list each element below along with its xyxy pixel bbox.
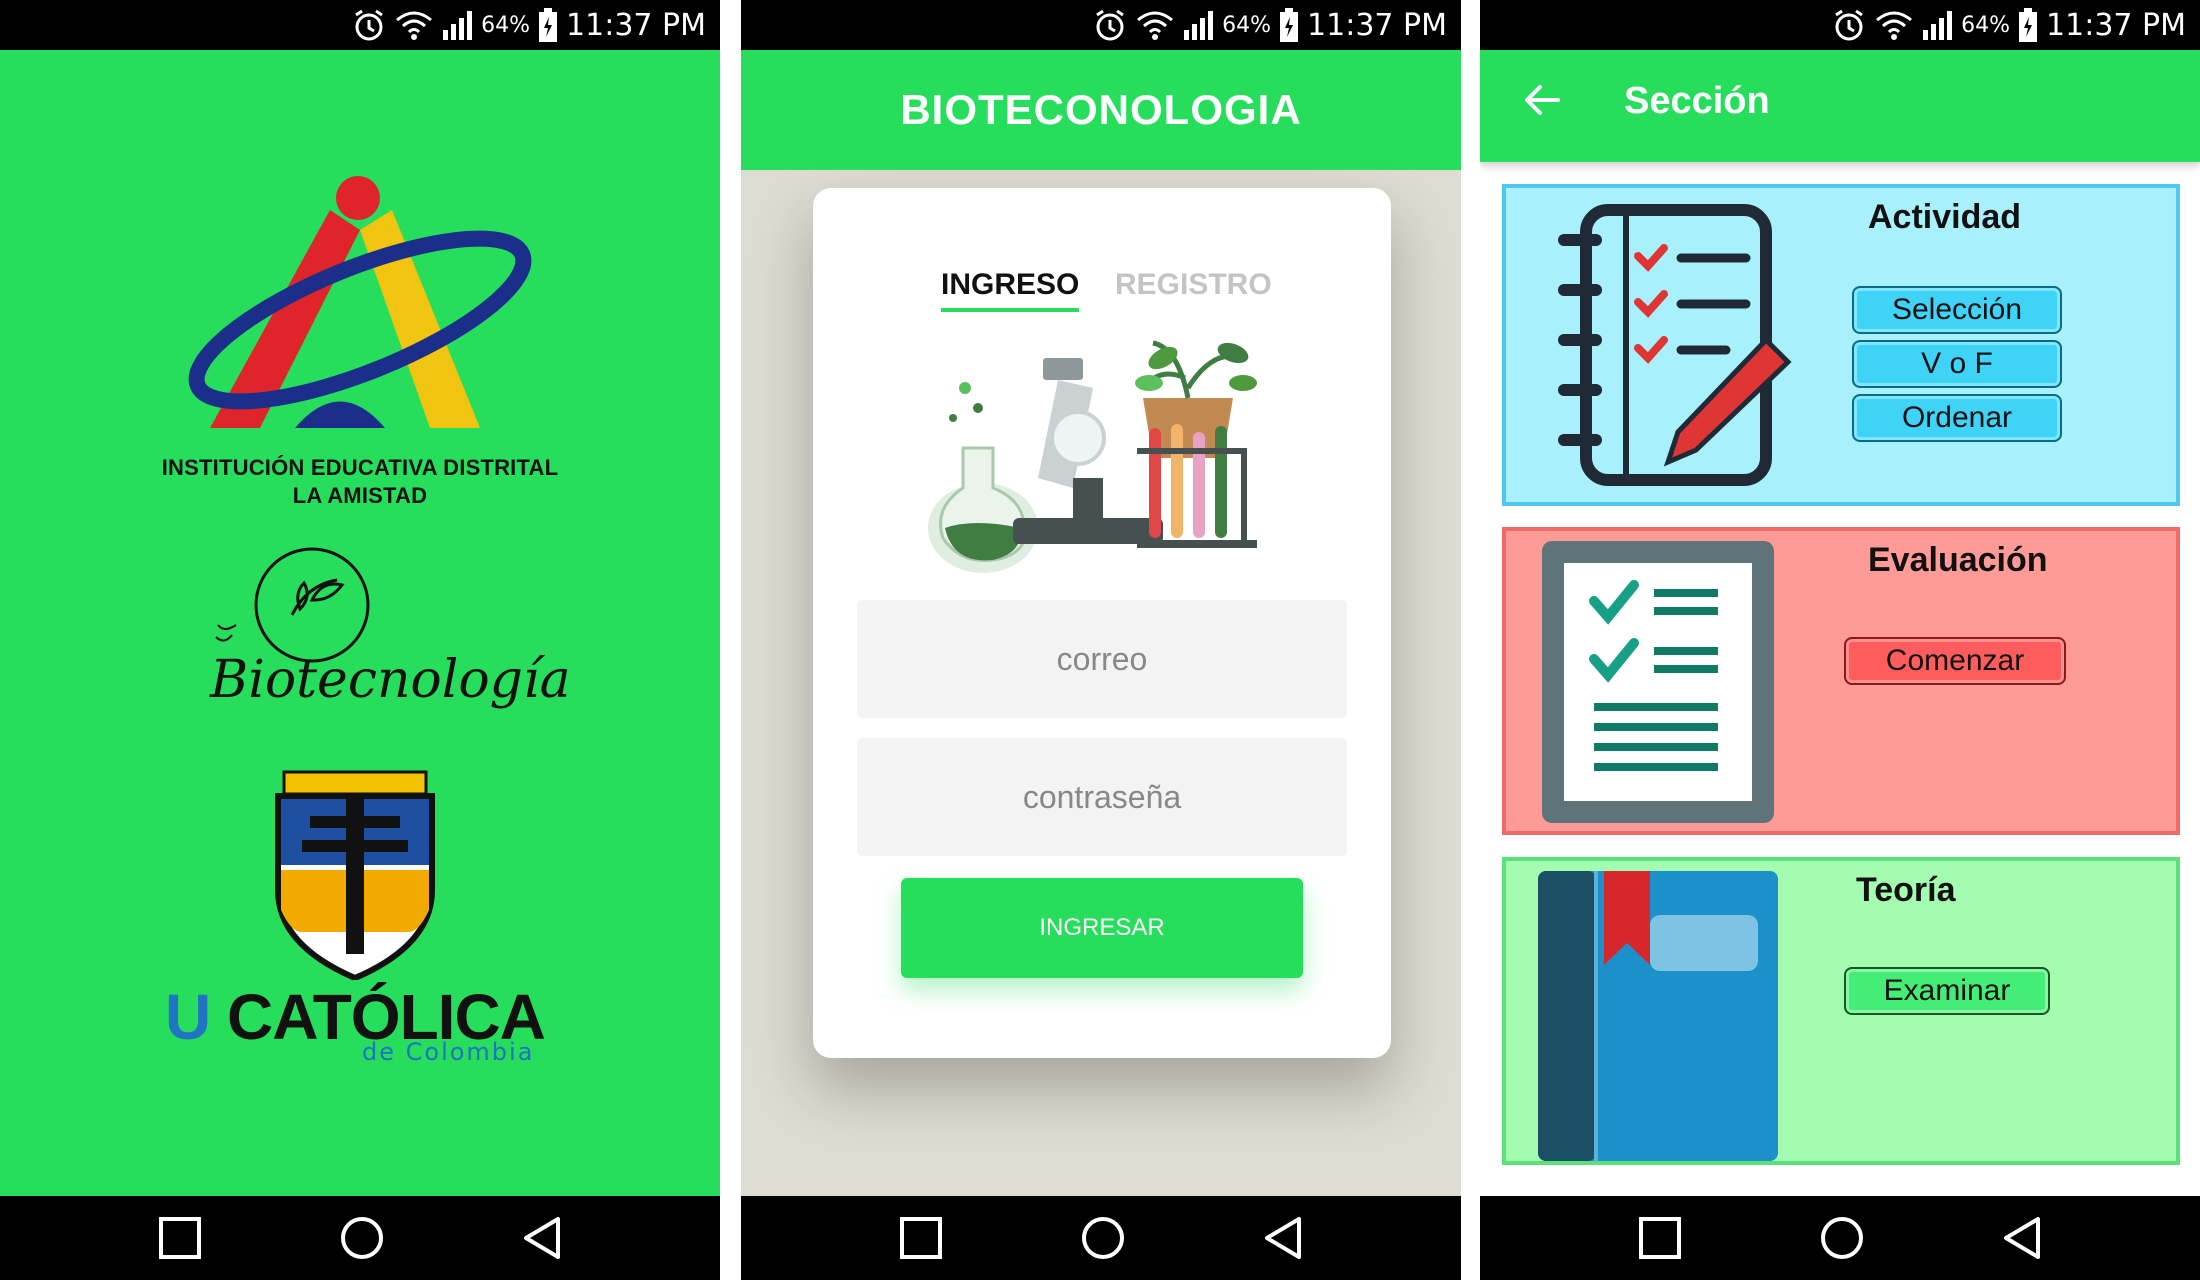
verdadero-falso-button[interactable]: V o F (1852, 340, 2062, 388)
login-screen: 64% 11:37 PM BIOTECONOLOGIA INGRESO REGI… (741, 0, 1461, 1280)
battery-percent: 64% (481, 12, 531, 38)
home-icon[interactable] (1080, 1215, 1126, 1261)
battery-icon (2018, 8, 2038, 42)
recents-icon[interactable] (1638, 1216, 1682, 1260)
sections-screen: 64% 11:37 PM Sección Actividad Selección… (1480, 0, 2200, 1280)
tab-registro[interactable]: REGISTRO (1115, 268, 1272, 302)
battery-percent: 64% (1961, 12, 2011, 38)
signal-icon (1921, 10, 1953, 40)
login-card: INGRESO REGISTRO correo contraseña INGRE… (813, 188, 1391, 1058)
login-button[interactable]: INGRESAR (901, 878, 1303, 978)
email-field[interactable]: correo (857, 600, 1347, 718)
page-title: Sección (1624, 80, 1770, 122)
password-field[interactable]: contraseña (857, 738, 1347, 856)
navigation-bar (1480, 1196, 2200, 1280)
status-bar: 64% 11:37 PM (0, 0, 720, 50)
signal-icon (441, 10, 473, 40)
checklist-notebook-icon (1558, 204, 1792, 486)
biotechnology-logo-text: Biotecnología (210, 650, 571, 710)
laboratory-illustration-icon (928, 340, 1257, 573)
ordenar-button[interactable]: Ordenar (1852, 394, 2062, 442)
alarm-icon (1092, 7, 1128, 43)
clock-time: 11:37 PM (1307, 7, 1447, 43)
institution-logo (188, 176, 532, 428)
navigation-bar (741, 1196, 1461, 1280)
clipboard-checklist-icon (1542, 541, 1774, 823)
section-evaluacion: Evaluación Comenzar (1502, 527, 2180, 835)
section-teoria: Teoría Examinar (1502, 857, 2180, 1165)
wifi-icon (395, 10, 433, 40)
back-nav-icon[interactable] (2002, 1216, 2042, 1260)
status-bar: 64% 11:37 PM (741, 0, 1461, 50)
battery-percent: 64% (1222, 12, 1272, 38)
splash-screen: 64% 11:37 PM INSTITUCIÓN EDUCATIVA DISTR… (0, 0, 720, 1280)
university-subtitle: de Colombia (362, 1038, 535, 1066)
section-title-actividad: Actividad (1868, 198, 2022, 236)
wifi-icon (1875, 10, 1913, 40)
battery-icon (1279, 8, 1299, 42)
section-title-teoria: Teoría (1856, 871, 1956, 909)
alarm-icon (351, 7, 387, 43)
comenzar-button[interactable]: Comenzar (1844, 637, 2066, 685)
tab-ingreso[interactable]: INGRESO (941, 268, 1080, 312)
university-shield-logo (275, 770, 435, 980)
seleccion-button[interactable]: Selección (1852, 286, 2062, 334)
recents-icon[interactable] (899, 1216, 943, 1260)
book-icon (1538, 871, 1778, 1161)
back-nav-icon[interactable] (522, 1216, 562, 1260)
wifi-icon (1136, 10, 1174, 40)
back-nav-icon[interactable] (1263, 1216, 1303, 1260)
status-bar: 64% 11:37 PM (1480, 0, 2200, 50)
clock-time: 11:37 PM (566, 7, 706, 43)
app-bar: Sección (1480, 50, 2200, 162)
recents-icon[interactable] (158, 1216, 202, 1260)
navigation-bar (0, 1196, 720, 1280)
home-icon[interactable] (1819, 1215, 1865, 1261)
clock-time: 11:37 PM (2046, 7, 2186, 43)
alarm-icon (1831, 7, 1867, 43)
institution-name: INSTITUCIÓN EDUCATIVA DISTRITAL LA AMIST… (161, 455, 559, 508)
home-icon[interactable] (339, 1215, 385, 1261)
examinar-button[interactable]: Examinar (1844, 967, 2050, 1015)
back-arrow-icon[interactable] (1522, 80, 1562, 120)
app-title: BIOTECONOLOGIA (900, 86, 1302, 133)
app-bar: BIOTECONOLOGIA (741, 50, 1461, 170)
section-actividad: Actividad Selección V o F Ordenar (1502, 184, 2180, 506)
section-title-evaluacion: Evaluación (1868, 541, 2048, 579)
biotechnology-logo-icon (215, 547, 370, 663)
signal-icon (1182, 10, 1214, 40)
battery-icon (538, 8, 558, 42)
